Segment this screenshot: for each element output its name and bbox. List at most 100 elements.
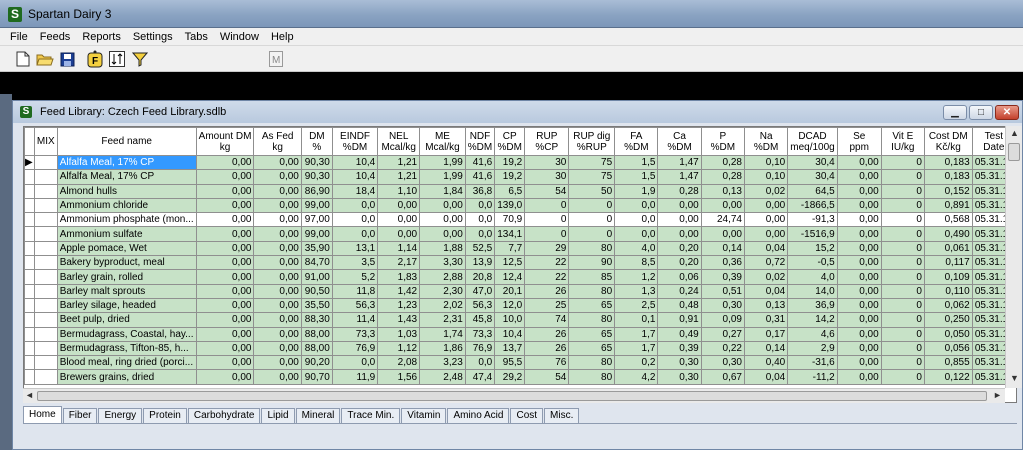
row-indicator[interactable] [24, 197, 35, 214]
table-cell[interactable]: 13,9 [464, 255, 496, 271]
table-cell[interactable]: 1,84 [419, 183, 466, 199]
menu-feeds[interactable]: Feeds [34, 31, 77, 43]
feed-name-cell[interactable]: Apple pomace, Wet [56, 240, 197, 257]
table-cell[interactable]: 29 [524, 240, 570, 257]
table-cell[interactable]: 1,12 [377, 340, 421, 357]
table-cell[interactable]: 0,00 [836, 169, 882, 185]
table-row[interactable]: Beet pulp, dried 0,00 0,00 88,30 11,4 1,43 2,3… [24, 312, 1016, 328]
column-header-11[interactable]: RUP %CP [524, 127, 570, 156]
column-header-9[interactable]: NDF %DM [464, 127, 496, 156]
scroll-left-icon[interactable]: ◄ [25, 390, 34, 400]
table-cell[interactable]: 84,70 [300, 255, 333, 271]
table-cell[interactable]: 0 [524, 226, 570, 242]
table-cell[interactable]: 0,00 [836, 326, 882, 342]
table-cell[interactable]: 35,50 [300, 297, 333, 314]
feed-name-cell[interactable]: Ammonium phosphate (mon... [56, 212, 197, 228]
row-indicator[interactable] [24, 169, 35, 185]
table-cell[interactable]: 0 [880, 297, 925, 314]
table-row[interactable]: Bermudagrass, Coastal, hay... 0,00 0,00 88,… [24, 326, 1016, 342]
row-indicator[interactable] [24, 355, 35, 371]
table-cell[interactable]: 0,00 [419, 212, 466, 228]
table-cell[interactable]: 0,00 [836, 312, 882, 328]
table-cell[interactable]: -11,2 [787, 369, 838, 385]
table-cell[interactable]: 80 [568, 283, 616, 299]
table-cell[interactable]: 52,5 [464, 240, 496, 257]
table-cell[interactable]: 0,00 [836, 183, 882, 199]
table-cell[interactable]: 20,8 [464, 269, 496, 285]
table-cell[interactable]: 54 [524, 183, 570, 199]
feed-name-cell[interactable]: Brewers grains, dried [56, 369, 197, 385]
table-cell[interactable]: 20,1 [494, 283, 526, 299]
table-cell[interactable]: 56,3 [464, 297, 496, 314]
tab-lipid[interactable]: Lipid [261, 408, 295, 423]
column-header-3[interactable]: Amount DM kg [195, 127, 255, 156]
table-cell[interactable]: 11,4 [331, 312, 379, 328]
table-cell[interactable]: 6,5 [494, 183, 526, 199]
table-cell[interactable]: 90,20 [300, 355, 333, 371]
table-cell[interactable]: 91,00 [300, 269, 333, 285]
table-cell[interactable]: 1,9 [614, 183, 659, 199]
table-cell[interactable]: 18,4 [331, 183, 379, 199]
table-cell[interactable]: 54 [524, 369, 570, 385]
table-cell[interactable]: 0,09 [700, 312, 745, 328]
table-cell[interactable]: 0 [880, 369, 925, 385]
table-cell[interactable]: 0,10 [743, 169, 789, 185]
table-cell[interactable]: 0,00 [377, 226, 421, 242]
column-header-17[interactable]: DCAD meq/100g [787, 127, 838, 156]
table-cell[interactable]: 0,30 [700, 355, 745, 371]
vertical-scroll-thumb[interactable] [1008, 143, 1020, 161]
row-indicator[interactable] [24, 255, 35, 271]
table-cell[interactable]: 1,5 [614, 154, 659, 171]
feed-name-cell[interactable]: Bermudagrass, Coastal, hay... [56, 326, 197, 342]
tab-trace-min[interactable]: Trace Min. [341, 408, 401, 423]
table-cell[interactable]: 0,00 [253, 312, 302, 328]
table-cell[interactable]: 0,00 [836, 369, 882, 385]
table-cell[interactable]: 0,30 [657, 355, 702, 371]
table-cell[interactable]: 0,00 [253, 212, 302, 228]
table-cell[interactable]: 0 [880, 269, 925, 285]
table-cell[interactable]: 0,00 [253, 154, 302, 171]
table-cell[interactable]: 0,00 [253, 240, 302, 257]
table-cell[interactable]: 1,5 [614, 169, 659, 185]
mix-checkbox[interactable] [33, 169, 58, 185]
table-cell[interactable]: 99,00 [300, 226, 333, 242]
table-cell[interactable]: 14,0 [787, 283, 838, 299]
table-cell[interactable]: 0 [880, 226, 925, 242]
scroll-up-icon[interactable]: ▲ [1010, 128, 1019, 138]
table-cell[interactable]: 0,20 [657, 255, 702, 271]
tab-energy[interactable]: Energy [98, 408, 143, 423]
table-row[interactable]: Alfalfa Meal, 17% CP 0,00 0,00 90,30 10,4 1,2… [24, 169, 1016, 185]
table-cell[interactable]: 0,28 [700, 154, 745, 171]
table-cell[interactable]: 19,2 [494, 169, 526, 185]
table-cell[interactable]: 75 [568, 169, 616, 185]
table-cell[interactable]: 80 [568, 312, 616, 328]
table-cell[interactable]: 0,00 [657, 212, 702, 228]
table-cell[interactable]: 47,4 [464, 369, 496, 385]
table-cell[interactable]: 0,02 [743, 269, 789, 285]
table-cell[interactable]: 90 [568, 255, 616, 271]
table-cell[interactable]: 2,48 [419, 369, 466, 385]
table-cell[interactable]: 1,42 [377, 283, 421, 299]
mix-checkbox[interactable] [33, 269, 58, 285]
table-row[interactable]: Brewers grains, dried 0,00 0,00 90,70 11,9 1,… [24, 369, 1016, 385]
table-cell[interactable]: 12,5 [494, 255, 526, 271]
table-cell[interactable]: 0,056 [923, 340, 973, 357]
table-cell[interactable]: 0,050 [923, 326, 973, 342]
table-cell[interactable]: 0,00 [253, 183, 302, 199]
table-cell[interactable]: 0,00 [253, 226, 302, 242]
table-cell[interactable]: 0,28 [700, 169, 745, 185]
table-cell[interactable]: 0,00 [195, 355, 255, 371]
feed-name-cell[interactable]: Barley malt sprouts [56, 283, 197, 299]
table-cell[interactable]: 2,5 [614, 297, 659, 314]
table-cell[interactable]: 139,0 [494, 197, 526, 214]
table-cell[interactable]: 26 [524, 326, 570, 342]
table-cell[interactable]: 0,67 [700, 369, 745, 385]
table-cell[interactable]: 0,06 [657, 269, 702, 285]
table-cell[interactable]: 134,1 [494, 226, 526, 242]
table-cell[interactable]: 35,90 [300, 240, 333, 257]
table-cell[interactable]: 0,490 [923, 226, 973, 242]
table-cell[interactable]: 0,00 [836, 226, 882, 242]
table-cell[interactable]: 95,5 [494, 355, 526, 371]
table-cell[interactable]: 1,99 [419, 169, 466, 185]
table-cell[interactable]: 1,83 [377, 269, 421, 285]
